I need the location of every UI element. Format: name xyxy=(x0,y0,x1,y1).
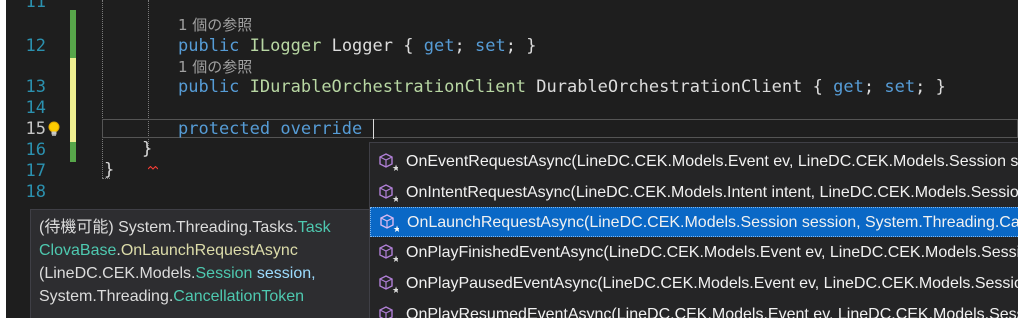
text-cursor xyxy=(372,119,374,139)
code-line-15[interactable]: protected override xyxy=(178,119,374,140)
line-number: 13 xyxy=(25,77,46,97)
semicolon: ; xyxy=(454,36,465,56)
lightbulb-icon[interactable] xyxy=(46,121,62,137)
method-override-icon: ★ xyxy=(379,184,398,203)
svg-text:★: ★ xyxy=(392,317,398,318)
semicolon: ; xyxy=(505,36,516,56)
keyword: get xyxy=(423,36,455,56)
semicolon: ; xyxy=(915,77,926,97)
change-indicator-saved xyxy=(70,142,76,162)
property-name: Logger xyxy=(331,36,393,56)
intellisense-completion-list[interactable]: ★ OnEventRequestAsync(LineDC.CEK.Models.… xyxy=(369,142,1018,318)
type-name: IDurableOrchestrationClient xyxy=(249,77,527,97)
completion-item[interactable]: ★ OnIntentRequestAsync(LineDC.CEK.Models… xyxy=(370,178,1018,208)
method-override-icon: ★ xyxy=(379,306,398,318)
brace: { xyxy=(812,77,823,97)
change-indicator-saved xyxy=(70,10,76,58)
keyword: override xyxy=(280,119,363,139)
property-name: DurableOrchestrationClient xyxy=(536,77,803,97)
type-name: ILogger xyxy=(249,36,322,56)
method-override-icon: ★ xyxy=(380,214,399,233)
completion-item-label: OnPlayPausedEventAsync(LineDC.CEK.Models… xyxy=(406,275,1018,292)
svg-text:★: ★ xyxy=(392,195,398,203)
completion-item-selected[interactable]: ★ OnLaunchRequestAsync(LineDC.CEK.Models… xyxy=(370,207,1018,237)
completion-item-label: OnPlayResumedEventAsync(LineDC.CEK.Model… xyxy=(406,306,1018,318)
line-number: 12 xyxy=(25,36,46,56)
keyword: set xyxy=(474,36,506,56)
code-line-12[interactable]: public ILogger Logger { get; set; } xyxy=(178,36,536,57)
brace: } xyxy=(526,36,537,56)
reference-count-lens[interactable]: 1 個の参照 xyxy=(178,58,252,76)
keyword: public xyxy=(178,77,240,97)
tooltip-type: Session xyxy=(195,265,253,282)
error-squiggle xyxy=(147,155,159,170)
completion-item[interactable]: ★ OnEventRequestAsync(LineDC.CEK.Models.… xyxy=(370,147,1018,177)
tooltip-text: System.Threading. xyxy=(39,288,174,305)
semicolon: ; xyxy=(863,77,875,97)
keyword: protected xyxy=(178,119,271,139)
line-number: 11 xyxy=(25,0,46,12)
brace: } xyxy=(935,77,946,97)
completion-item[interactable]: ★ OnPlayResumedEventAsync(LineDC.CEK.Mod… xyxy=(370,300,1018,318)
quick-info-tooltip: (待機可能) System.Threading.Tasks.Task ClovaB… xyxy=(30,209,378,318)
tooltip-param: session, xyxy=(252,265,316,282)
svg-text:★: ★ xyxy=(393,225,399,233)
svg-text:★: ★ xyxy=(392,164,398,172)
keyword: public xyxy=(178,36,240,56)
svg-text:★: ★ xyxy=(392,286,398,294)
completion-item[interactable]: ★ OnPlayFinishedEventAsync(LineDC.CEK.Mo… xyxy=(370,238,1018,268)
tooltip-type: CancellationToken xyxy=(173,288,305,305)
keyword: get xyxy=(833,77,864,97)
completion-item-label: OnPlayFinishedEventAsync(LineDC.CEK.Mode… xyxy=(406,244,1018,261)
method-override-icon: ★ xyxy=(379,153,398,172)
line-number: 18 xyxy=(25,182,46,202)
closing-brace: } xyxy=(104,160,115,180)
indent-guide xyxy=(102,0,103,178)
tooltip-text: (待機可能) System.Threading.Tasks. xyxy=(39,219,298,236)
tooltip-method: OnLaunchRequestAsync xyxy=(120,242,298,259)
completion-item[interactable]: ★ OnPlayPausedEventAsync(LineDC.CEK.Mode… xyxy=(370,269,1018,299)
reference-count-lens[interactable]: 1 個の参照 xyxy=(178,16,252,34)
method-override-icon: ★ xyxy=(379,275,398,294)
brace: { xyxy=(403,36,414,56)
svg-text:★: ★ xyxy=(392,255,398,263)
completion-item-label: OnIntentRequestAsync(LineDC.CEK.Models.I… xyxy=(406,184,1018,201)
tooltip-text: (LineDC.CEK.Models. xyxy=(39,265,196,282)
keyword: set xyxy=(884,77,916,97)
tooltip-type: Task xyxy=(297,219,331,236)
completion-item-label: OnEventRequestAsync(LineDC.CEK.Models.Ev… xyxy=(406,153,1018,170)
line-number-current: 15 xyxy=(25,119,46,139)
line-number: 14 xyxy=(25,98,46,118)
code-line-13[interactable]: public IDurableOrchestrationClient Durab… xyxy=(178,77,946,98)
method-override-icon: ★ xyxy=(379,244,398,263)
code-editor[interactable]: 11 12 13 14 15 16 17 18 1 個の参照 public IL… xyxy=(6,0,1018,318)
change-indicator-unsaved xyxy=(70,58,76,142)
line-number: 16 xyxy=(25,140,46,160)
completion-item-label: OnLaunchRequestAsync(LineDC.CEK.Models.S… xyxy=(407,214,1018,231)
line-number: 17 xyxy=(25,161,46,181)
tooltip-class: ClovaBase xyxy=(39,242,117,259)
